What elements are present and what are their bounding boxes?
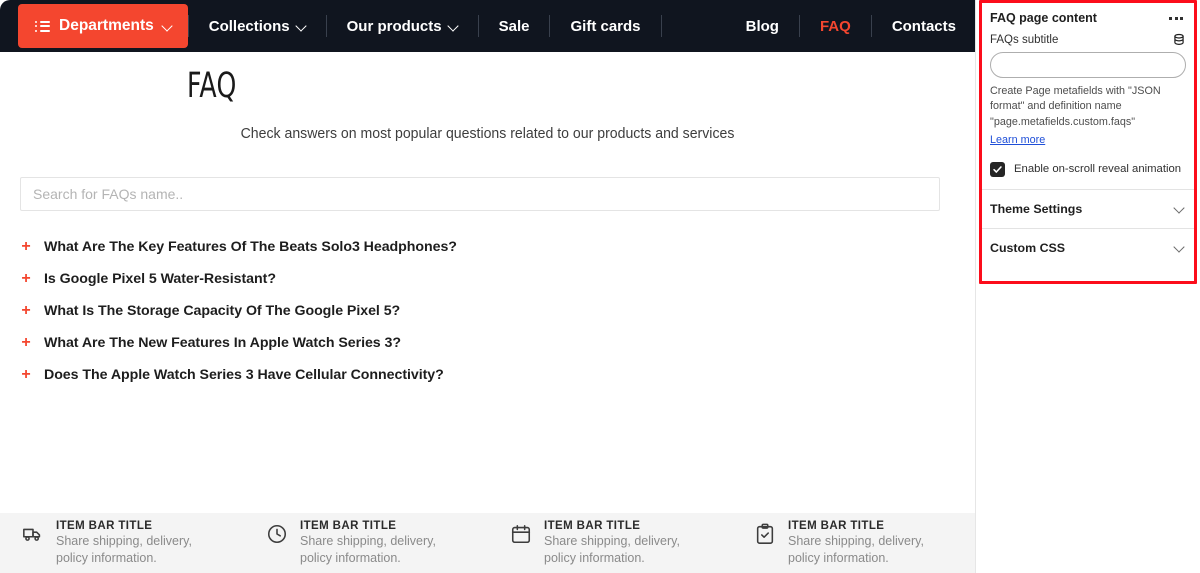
nav-item-label: Sale <box>498 17 530 35</box>
storefront-preview: Departments Collections Our products Sal… <box>0 0 976 573</box>
item-bar-desc: Share shipping, delivery, policy informa… <box>544 533 680 565</box>
nav-secondary-links: Blog FAQ Contacts <box>726 0 975 52</box>
chevron-down-icon <box>449 22 458 31</box>
faq-question-list: + What Are The Key Features Of The Beats… <box>20 231 940 391</box>
faq-question-text: What Are The Key Features Of The Beats S… <box>44 239 457 255</box>
nav-item-contacts[interactable]: Contacts <box>872 0 975 52</box>
section-label: Theme Settings <box>990 201 1083 216</box>
section-label: Custom CSS <box>990 240 1066 255</box>
field-label-row: FAQs subtitle <box>990 33 1186 47</box>
item-bar-desc: Share shipping, delivery, policy informa… <box>56 533 192 565</box>
clipboard-check-icon <box>754 523 776 545</box>
faq-question-text: Does The Apple Watch Series 3 Have Cellu… <box>44 367 444 383</box>
page-title: FAQ <box>187 66 237 106</box>
item-bar-desc: Share shipping, delivery, policy informa… <box>788 533 924 565</box>
item-bar-desc: Share shipping, delivery, policy informa… <box>300 533 436 565</box>
metafield-help-text: Create Page metafields with "JSON format… <box>990 85 1161 128</box>
inspector-panel: FAQ page content FAQs subtitle Create Pa… <box>976 0 1200 573</box>
calendar-icon <box>510 523 532 545</box>
nav-item-label: Our products <box>346 17 442 35</box>
faq-item[interactable]: + What Are The New Features In Apple Wat… <box>20 327 940 359</box>
nav-item-label: Blog <box>745 17 779 35</box>
plus-icon: + <box>21 334 31 351</box>
chevron-down-icon <box>1174 242 1185 253</box>
item-bar-title: ITEM BAR TITLE <box>544 519 641 532</box>
section-custom-css[interactable]: Custom CSS <box>982 227 1194 267</box>
search-input[interactable] <box>20 177 940 211</box>
nav-item-our-products[interactable]: Our products <box>327 0 478 52</box>
nav-primary-links: Collections Our products Sale Gift cards <box>187 0 662 52</box>
nav-item-label: FAQ <box>819 17 851 35</box>
faq-question-text: What Are The New Features In Apple Watch… <box>44 335 401 351</box>
inspector-header: FAQ page content <box>982 3 1194 31</box>
nav-item-label: Collections <box>208 17 290 35</box>
item-bar-cell: ITEM BAR TITLE Share shipping, delivery,… <box>0 520 244 567</box>
plus-icon: + <box>21 270 31 287</box>
item-bar: ITEM BAR TITLE Share shipping, delivery,… <box>0 513 975 573</box>
main-navigation: Departments Collections Our products Sal… <box>0 0 975 52</box>
chevron-down-icon <box>163 22 172 31</box>
item-bar-cell: ITEM BAR TITLE Share shipping, delivery,… <box>488 520 732 567</box>
faq-item[interactable]: + What Are The Key Features Of The Beats… <box>20 231 940 263</box>
database-icon[interactable] <box>1172 33 1186 47</box>
faq-item[interactable]: + What Is The Storage Capacity Of The Go… <box>20 295 940 327</box>
nav-departments-label: Departments <box>59 17 154 34</box>
item-bar-cell: ITEM BAR TITLE Share shipping, delivery,… <box>732 519 975 567</box>
truck-icon <box>22 523 44 545</box>
clock-icon <box>266 523 288 545</box>
nav-item-blog[interactable]: Blog <box>726 0 799 52</box>
plus-icon: + <box>21 366 31 383</box>
nav-item-label: Gift cards <box>570 17 641 35</box>
plus-icon: + <box>21 302 31 319</box>
item-bar-title: ITEM BAR TITLE <box>56 519 153 532</box>
reveal-animation-checkbox-row[interactable]: Enable on-scroll reveal animation <box>990 161 1186 189</box>
faq-item[interactable]: + Is Google Pixel 5 Water-Resistant? <box>20 263 940 295</box>
inspector-body: FAQs subtitle Create Page metafields wit… <box>982 31 1194 189</box>
nav-departments-button[interactable]: Departments <box>18 4 188 48</box>
faq-question-text: Is Google Pixel 5 Water-Resistant? <box>44 271 276 287</box>
inspector-title: FAQ page content <box>990 11 1097 25</box>
nav-item-collections[interactable]: Collections <box>189 0 326 52</box>
checkbox-checked[interactable] <box>990 161 1005 177</box>
plus-icon: + <box>21 238 31 255</box>
more-options-icon[interactable] <box>1168 15 1184 22</box>
page-subtitle: Check answers on most popular questions … <box>240 125 735 142</box>
nav-item-gift-cards[interactable]: Gift cards <box>550 0 660 52</box>
chevron-down-icon <box>1174 203 1185 214</box>
faqs-subtitle-label: FAQs subtitle <box>990 34 1059 46</box>
item-bar-title: ITEM BAR TITLE <box>300 519 397 532</box>
checkbox-label: Enable on-scroll reveal animation <box>1014 163 1182 176</box>
list-icon <box>35 20 50 32</box>
faqs-subtitle-input[interactable] <box>990 52 1186 78</box>
chevron-down-icon <box>297 22 306 31</box>
item-bar-cell: ITEM BAR TITLE Share shipping, delivery,… <box>244 520 488 567</box>
learn-more-link[interactable]: Learn more <box>990 134 1045 146</box>
app-root: Departments Collections Our products Sal… <box>0 0 1200 573</box>
inspector-highlight-outline: FAQ page content FAQs subtitle Create Pa… <box>979 0 1197 284</box>
section-theme-settings[interactable]: Theme Settings <box>982 188 1194 228</box>
nav-item-sale[interactable]: Sale <box>479 0 550 52</box>
item-bar-title: ITEM BAR TITLE <box>788 519 885 532</box>
nav-item-label: Contacts <box>891 17 956 35</box>
faq-question-text: What Is The Storage Capacity Of The Goog… <box>44 303 401 319</box>
nav-item-faq[interactable]: FAQ <box>800 0 871 52</box>
faq-item[interactable]: + Does The Apple Watch Series 3 Have Cel… <box>20 359 940 391</box>
